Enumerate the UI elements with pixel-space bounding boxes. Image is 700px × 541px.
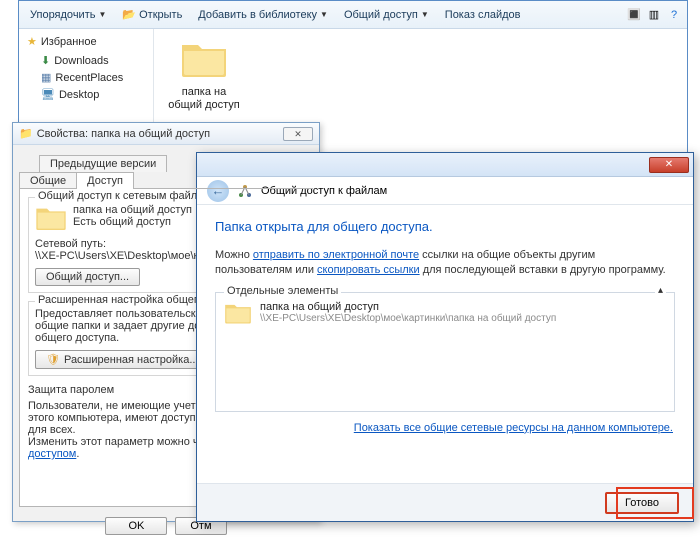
open-button[interactable]: 📂Открыть bbox=[115, 5, 189, 24]
view-icon[interactable]: 🔳 bbox=[625, 6, 643, 24]
star-icon: ★ bbox=[27, 35, 37, 48]
show-all-link[interactable]: Показать все общие сетевые ресурсы на да… bbox=[354, 422, 673, 434]
recent-icon: ▦ bbox=[41, 71, 51, 84]
properties-title: Свойства: папка на общий доступ bbox=[37, 128, 210, 140]
favorites-header[interactable]: ★Избранное bbox=[27, 35, 145, 48]
share-icon bbox=[237, 183, 253, 199]
done-button[interactable]: Готово bbox=[605, 492, 679, 514]
advanced-settings-button[interactable]: 🛡Расширенная настройка... bbox=[35, 350, 210, 369]
folder-icon bbox=[35, 204, 67, 232]
wizard-close-button[interactable]: ✕ bbox=[649, 157, 689, 173]
share-wizard-window: ✕ ← Общий доступ к файлам Папка открыта … bbox=[196, 152, 694, 522]
download-icon: ⬇ bbox=[41, 54, 50, 67]
share-button[interactable]: Общий доступ... bbox=[35, 268, 140, 286]
folder-label: папка на общий доступ bbox=[164, 86, 244, 111]
add-library-button[interactable]: Добавить в библиотеку▼ bbox=[191, 6, 335, 24]
wizard-desc: Можно отправить по электронной почте ссы… bbox=[215, 248, 675, 278]
password-link-prefix: Изменить этот параметр можно чере bbox=[28, 436, 217, 448]
share-status: Есть общий доступ bbox=[73, 216, 192, 228]
folder-open-icon: 📂 bbox=[122, 8, 136, 21]
wizard-heading: Папка открыта для общего доступа. bbox=[215, 219, 675, 234]
collapse-icon[interactable]: ▴ bbox=[655, 285, 666, 296]
shared-item[interactable]: папка на общий доступ \\XE-PC\Users\XE\D… bbox=[224, 301, 666, 325]
tab-previous-versions[interactable]: Предыдущие версии bbox=[39, 155, 167, 172]
wizard-titlebar[interactable]: ✕ bbox=[197, 153, 693, 177]
share-button[interactable]: Общий доступ▼ bbox=[337, 6, 436, 24]
item-name: папка на общий доступ bbox=[260, 301, 556, 313]
copy-link[interactable]: скопировать ссылки bbox=[317, 264, 420, 276]
preview-pane-icon[interactable]: ▥ bbox=[645, 6, 663, 24]
folder-small-icon: 📁 bbox=[19, 127, 33, 140]
items-group: Отдельные элементы ▴ папка на общий дост… bbox=[215, 292, 675, 412]
wizard-header: ← Общий доступ к файлам bbox=[197, 177, 693, 205]
share-folder-name: папка на общий доступ bbox=[73, 204, 192, 216]
properties-titlebar[interactable]: 📁 Свойства: папка на общий доступ ✕ bbox=[13, 123, 319, 145]
item-path: \\XE-PC\Users\XE\Desktop\мое\картинки\па… bbox=[260, 313, 556, 324]
close-button[interactable]: ✕ bbox=[283, 127, 313, 141]
folder-item[interactable]: папка на общий доступ bbox=[164, 39, 244, 111]
back-button[interactable]: ← bbox=[207, 180, 229, 202]
folder-icon bbox=[180, 39, 228, 79]
sidebar-item-downloads[interactable]: ⬇Downloads bbox=[27, 52, 145, 69]
items-group-title: Отдельные элементы bbox=[224, 285, 341, 297]
wizard-footer: Готово bbox=[197, 483, 693, 521]
tab-access[interactable]: Доступ bbox=[76, 172, 134, 189]
desktop-icon: 🖥 bbox=[41, 88, 55, 101]
shield-icon: 🛡 bbox=[46, 353, 60, 366]
organize-button[interactable]: Упорядочить▼ bbox=[23, 6, 113, 24]
ok-button[interactable]: OK bbox=[105, 517, 167, 535]
explorer-toolbar: Упорядочить▼ 📂Открыть Добавить в библиот… bbox=[19, 1, 687, 29]
email-link[interactable]: отправить по электронной почте bbox=[253, 249, 419, 261]
sidebar-item-recent[interactable]: ▦RecentPlaces bbox=[27, 69, 145, 86]
help-icon[interactable]: ? bbox=[665, 6, 683, 24]
sidebar-item-desktop[interactable]: 🖥Desktop bbox=[27, 86, 145, 103]
tab-general[interactable]: Общие bbox=[19, 172, 77, 189]
folder-icon bbox=[224, 301, 252, 325]
wizard-title: Общий доступ к файлам bbox=[261, 185, 387, 197]
slideshow-button[interactable]: Показ слайдов bbox=[438, 6, 528, 24]
